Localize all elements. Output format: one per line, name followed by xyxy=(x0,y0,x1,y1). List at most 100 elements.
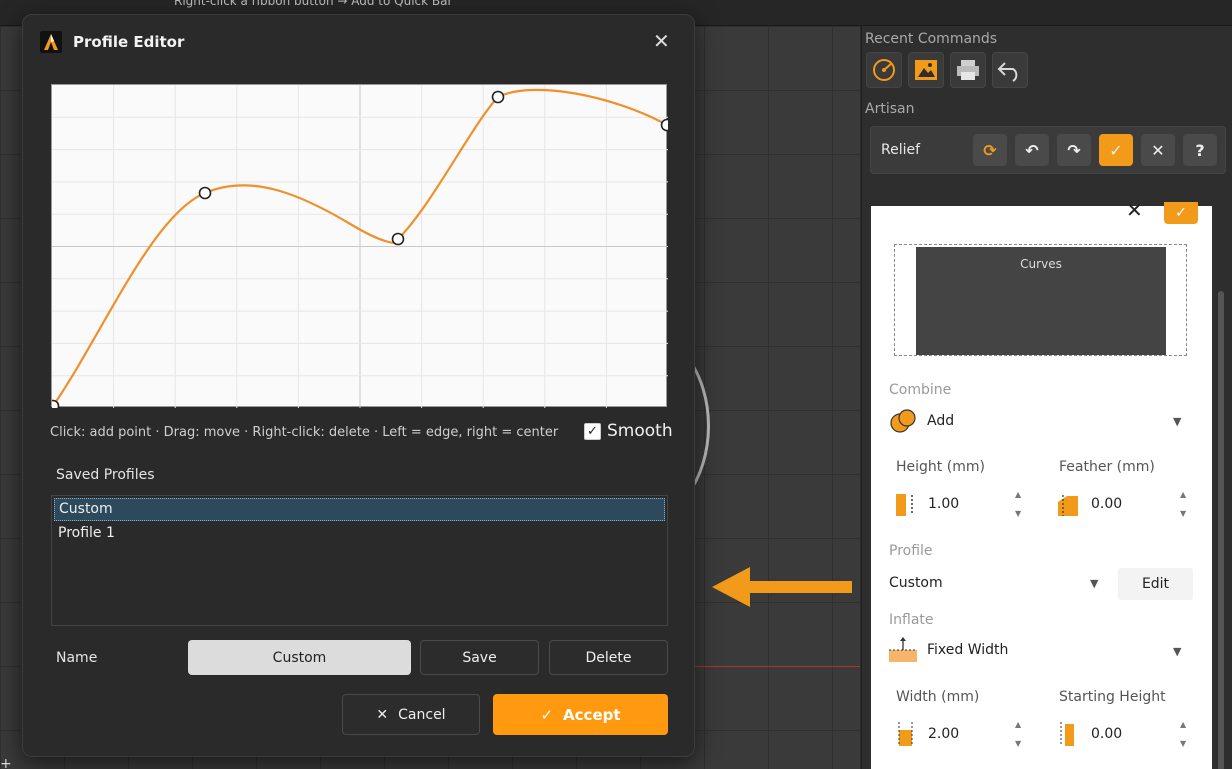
profile-name-value: Custom xyxy=(272,649,327,666)
quickbar-hint: Right-click a ribbon button → Add to Qui… xyxy=(174,0,453,8)
editor-hint: Click: add point · Drag: move · Right-cl… xyxy=(50,425,559,440)
height-stepper-down[interactable]: ▼ xyxy=(1015,507,1021,520)
apply-button[interactable]: ✓ xyxy=(1099,134,1133,166)
chevron-down-icon[interactable]: ▼ xyxy=(1090,577,1098,590)
recent-command-target[interactable] xyxy=(866,52,902,88)
starting-height-value[interactable]: 0.00 xyxy=(1091,726,1122,742)
recent-commands-row xyxy=(862,52,1232,88)
undo-curve-icon xyxy=(997,62,1018,82)
height-value[interactable]: 1.00 xyxy=(928,496,959,512)
cancel-tool-button[interactable]: ✕ xyxy=(1141,134,1175,166)
cancel-button[interactable]: ✕ Cancel xyxy=(342,694,480,735)
width-label: Width (mm) xyxy=(896,689,980,705)
width-icon xyxy=(898,722,913,746)
crosshair-icon: + xyxy=(0,756,12,769)
relief-settings-panel: ✕ ✓ Curves Combine Add ▼ Height (mm) 1.0… xyxy=(871,198,1212,769)
close-icon[interactable]: ✕ xyxy=(653,29,670,53)
height-icon xyxy=(896,494,913,516)
artisan-toolbar: Relief ⟳ ↶ ↷ ✓ ✕ ? xyxy=(870,126,1226,174)
target-circle-icon xyxy=(873,59,895,81)
feather-label: Feather (mm) xyxy=(1059,459,1155,475)
confirm-button[interactable]: ✓ xyxy=(1164,202,1198,224)
left-arrow-icon xyxy=(712,567,852,607)
width-stepper-up[interactable]: ▲ xyxy=(1015,718,1021,731)
smooth-toggle[interactable]: ✓ Smooth xyxy=(584,421,673,441)
combine-value[interactable]: Add xyxy=(927,413,954,429)
profile-editor-dialog: Profile Editor ✕ Click: add point · Drag… xyxy=(22,14,695,757)
curves-preview[interactable]: Curves xyxy=(916,247,1166,355)
smooth-checkbox[interactable]: ✓ xyxy=(584,422,601,440)
profile-name-field[interactable]: Custom xyxy=(188,640,411,675)
starting-height-label: Starting Height xyxy=(1059,689,1166,705)
feather-value[interactable]: 0.00 xyxy=(1091,496,1122,512)
save-button[interactable]: Save xyxy=(420,640,539,675)
help-icon: ? xyxy=(1195,140,1205,160)
feather-icon xyxy=(1058,495,1078,516)
accept-label: Accept xyxy=(563,705,621,724)
refresh-button[interactable]: ⟳ xyxy=(973,134,1007,166)
edit-profile-button[interactable]: Edit xyxy=(1118,568,1193,600)
app-logo-icon xyxy=(40,31,62,53)
close-icon: ✕ xyxy=(376,706,389,723)
printer-icon xyxy=(957,60,979,80)
image-relief-icon xyxy=(915,60,937,80)
smooth-label: Smooth xyxy=(607,421,673,441)
list-item[interactable]: Custom xyxy=(54,498,665,521)
profile-curve-canvas[interactable] xyxy=(46,84,674,413)
edit-label: Edit xyxy=(1141,576,1170,592)
recent-command-undo[interactable] xyxy=(992,52,1028,88)
fixed-width-icon xyxy=(889,637,917,662)
combine-add-icon xyxy=(890,409,916,433)
refresh-icon: ⟳ xyxy=(983,140,997,160)
check-icon: ✓ xyxy=(1109,140,1123,160)
inflate-value[interactable]: Fixed Width xyxy=(927,642,1008,658)
feather-stepper-down[interactable]: ▼ xyxy=(1180,507,1186,520)
height-stepper-up[interactable]: ▲ xyxy=(1015,488,1021,501)
inflate-label: Inflate xyxy=(889,612,934,628)
redo-button[interactable]: ↷ xyxy=(1057,134,1091,166)
check-icon: ✓ xyxy=(540,705,554,724)
undo-icon: ↶ xyxy=(1025,140,1039,160)
curve-control-point[interactable] xyxy=(46,399,60,413)
accept-button[interactable]: ✓ Accept xyxy=(493,694,668,735)
recent-command-image[interactable] xyxy=(908,52,944,88)
name-label: Name xyxy=(56,650,98,666)
help-button[interactable]: ? xyxy=(1183,134,1217,166)
saved-profiles-list[interactable]: Custom Profile 1 xyxy=(51,495,668,626)
delete-label: Delete xyxy=(585,649,632,666)
profile-label: Profile xyxy=(889,543,933,559)
curve-control-point[interactable] xyxy=(198,186,212,200)
close-icon[interactable]: ✕ xyxy=(1126,198,1143,222)
panel-scrollbar-thumb[interactable] xyxy=(1218,291,1224,769)
dialog-title: Profile Editor xyxy=(73,33,185,51)
artisan-title: Artisan xyxy=(865,101,915,117)
profile-curve-graph[interactable] xyxy=(46,85,674,413)
relief-label: Relief xyxy=(881,142,921,158)
recent-commands-title: Recent Commands xyxy=(865,31,998,47)
saved-profiles-label: Saved Profiles xyxy=(56,467,155,483)
height-label: Height (mm) xyxy=(896,459,985,475)
chevron-down-icon[interactable]: ▼ xyxy=(1173,645,1181,658)
preview-label: Curves xyxy=(1020,257,1062,271)
recent-command-print[interactable] xyxy=(950,52,986,88)
feather-stepper-up[interactable]: ▲ xyxy=(1180,488,1186,501)
chevron-down-icon[interactable]: ▼ xyxy=(1173,415,1181,428)
curve-control-point[interactable] xyxy=(660,118,674,132)
starting-height-stepper-up[interactable]: ▲ xyxy=(1180,718,1186,731)
width-stepper-down[interactable]: ▼ xyxy=(1015,737,1021,750)
curve-control-point[interactable] xyxy=(491,90,505,104)
combine-label: Combine xyxy=(889,382,952,398)
close-icon: ✕ xyxy=(1151,140,1165,160)
save-label: Save xyxy=(462,649,497,666)
delete-button[interactable]: Delete xyxy=(549,640,668,675)
right-panel: Recent Commands Artisan Relief ⟳ ↶ ↷ ✓ ✕… xyxy=(861,26,1232,769)
dialog-header: Profile Editor ✕ xyxy=(23,15,694,69)
starting-height-stepper-down[interactable]: ▼ xyxy=(1180,737,1186,750)
list-item[interactable]: Profile 1 xyxy=(52,523,667,548)
redo-icon: ↷ xyxy=(1067,140,1081,160)
profile-value[interactable]: Custom xyxy=(889,575,943,591)
curve-control-point[interactable] xyxy=(391,232,405,246)
starting-height-icon xyxy=(1060,722,1074,746)
undo-button[interactable]: ↶ xyxy=(1015,134,1049,166)
width-value[interactable]: 2.00 xyxy=(928,726,959,742)
